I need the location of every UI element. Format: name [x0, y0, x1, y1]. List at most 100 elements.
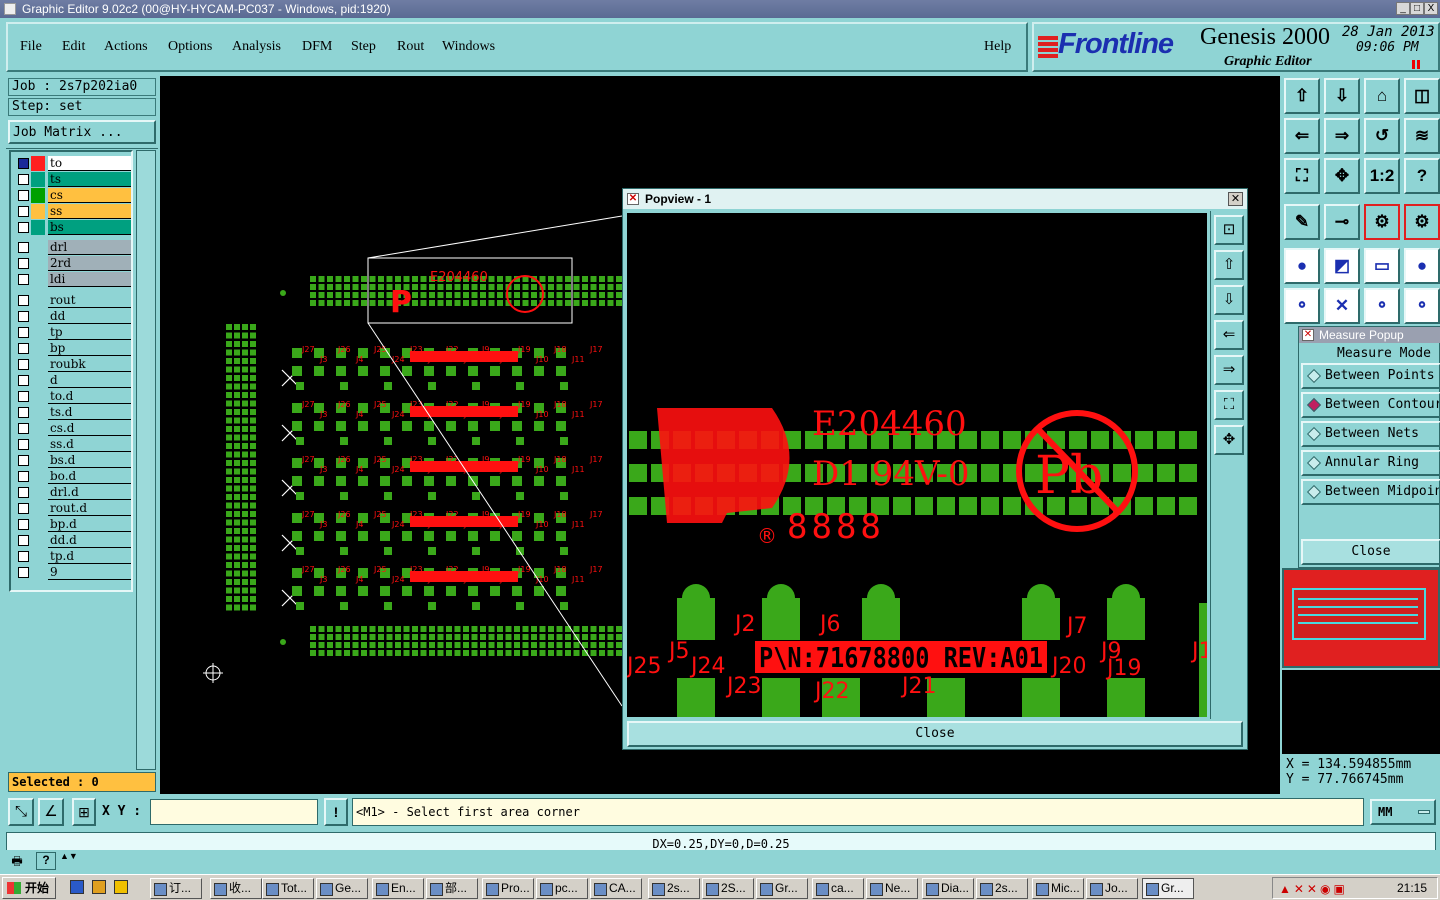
fit-icon[interactable]: ⛶: [1214, 390, 1244, 420]
layer-row-d[interactable]: d: [18, 373, 131, 388]
popview-close-icon[interactable]: ✕: [1228, 192, 1243, 206]
layer-checkbox[interactable]: [18, 311, 29, 322]
layer-color-swatch[interactable]: [31, 341, 45, 356]
highlight-icon[interactable]: ◩: [1324, 248, 1360, 284]
net-icon[interactable]: ⚬: [1284, 288, 1320, 324]
measure-option-between-points[interactable]: Between Points: [1301, 363, 1440, 389]
grid-icon[interactable]: ⊞: [72, 798, 96, 826]
center-icon[interactable]: ✥: [1324, 158, 1360, 194]
snap-icon[interactable]: ≋: [1404, 118, 1440, 154]
layer-color-swatch[interactable]: [31, 357, 45, 372]
zoomed-board-view[interactable]: ® E204460 D1 94V-0 8888 Pb P\N:71678800 REV:A…: [627, 213, 1207, 717]
layer-checkbox[interactable]: [18, 242, 29, 253]
layer-checkbox[interactable]: [18, 551, 29, 562]
layer-checkbox[interactable]: [18, 222, 29, 233]
layer-color-swatch[interactable]: [31, 256, 45, 271]
layer-color-swatch[interactable]: [31, 405, 45, 420]
layer-row-bo-d[interactable]: bo.d: [18, 469, 131, 484]
layer-row-rout[interactable]: rout: [18, 293, 131, 308]
layer-checkbox[interactable]: [18, 274, 29, 285]
ratio-icon[interactable]: 1:2: [1364, 158, 1400, 194]
edit-icon[interactable]: ✎: [1284, 204, 1320, 240]
layer-row-drl-d[interactable]: drl.d: [18, 485, 131, 500]
taskbar-item[interactable]: En...: [372, 878, 424, 899]
menu-actions[interactable]: Actions: [104, 39, 148, 55]
measure-option-between-midpoints[interactable]: Between Midpoints: [1301, 479, 1440, 505]
maximize-button[interactable]: □: [1410, 2, 1424, 15]
pause-icon[interactable]: [1412, 60, 1415, 69]
taskbar-item[interactable]: Jo...: [1086, 878, 1138, 899]
layer-checkbox[interactable]: [18, 423, 29, 434]
minimize-button[interactable]: _: [1396, 2, 1410, 15]
menu-file[interactable]: File: [20, 39, 42, 55]
layer-row-ts-d[interactable]: ts.d: [18, 405, 131, 420]
taskbar-item[interactable]: ca...: [812, 878, 864, 899]
quick-tool-icon[interactable]: [114, 880, 128, 894]
layer-row-tp[interactable]: tp: [18, 325, 131, 340]
taskbar-item[interactable]: Ne...: [866, 878, 918, 899]
layer-color-swatch[interactable]: [31, 421, 45, 436]
taskbar-item[interactable]: 收...: [210, 878, 262, 899]
layer-checkbox[interactable]: [18, 471, 29, 482]
job-matrix-button[interactable]: Job Matrix ...: [8, 120, 156, 144]
layer-toggle-icon[interactable]: ⚙: [1404, 204, 1440, 240]
layer-checkbox[interactable]: [18, 535, 29, 546]
taskbar-item[interactable]: Dia...: [922, 878, 974, 899]
measure-option-annular-ring[interactable]: Annular Ring: [1301, 450, 1440, 476]
menu-rout[interactable]: Rout: [397, 39, 424, 55]
layer-row-cs-d[interactable]: cs.d: [18, 421, 131, 436]
taskbar-item[interactable]: Mic...: [1032, 878, 1084, 899]
layer-row-tp-d[interactable]: tp.d: [18, 549, 131, 564]
taskbar-item[interactable]: Ge...: [316, 878, 368, 899]
layer-row-9[interactable]: 9: [18, 565, 131, 580]
layer-color-swatch[interactable]: [31, 309, 45, 324]
layer-color-swatch[interactable]: [31, 272, 45, 287]
help-icon[interactable]: ?: [36, 852, 56, 870]
layer-row-dd-d[interactable]: dd.d: [18, 533, 131, 548]
layer-color-swatch[interactable]: [31, 293, 45, 308]
menu-options[interactable]: Options: [168, 39, 212, 55]
menu-edit[interactable]: Edit: [62, 39, 85, 55]
connect-icon[interactable]: ⚬: [1364, 288, 1400, 324]
layer-row-ss[interactable]: ss: [18, 204, 131, 219]
start-button[interactable]: 开始: [2, 877, 56, 899]
updown-icon[interactable]: ▲▼: [60, 852, 78, 870]
layer-row-cs[interactable]: cs: [18, 188, 131, 203]
feature-icon[interactable]: ●: [1284, 248, 1320, 284]
close-window-button[interactable]: X: [1424, 2, 1438, 15]
layer-checkbox[interactable]: [18, 503, 29, 514]
layer-checkbox[interactable]: [18, 327, 29, 338]
taskbar-item[interactable]: pc...: [536, 878, 588, 899]
layer-row-ts[interactable]: ts: [18, 172, 131, 187]
ruler-icon[interactable]: ▭: [1364, 248, 1400, 284]
layer-scrollbar[interactable]: [136, 150, 156, 770]
pad-icon[interactable]: ●: [1404, 248, 1440, 284]
popview-canvas[interactable]: ® E204460 D1 94V-0 8888 Pb P\N:71678800 REV:A…: [627, 213, 1207, 717]
layer-row-ldi[interactable]: ldi: [18, 272, 131, 287]
layer-checkbox[interactable]: [18, 158, 29, 169]
layer-checkbox[interactable]: [18, 487, 29, 498]
measure-titlebar[interactable]: ✕ Measure Popup: [1299, 327, 1440, 343]
layer-checkbox[interactable]: [18, 391, 29, 402]
taskbar-item[interactable]: Pro...: [482, 878, 534, 899]
quick-ie-icon[interactable]: [70, 880, 84, 894]
page-down-icon[interactable]: ⇩: [1324, 78, 1360, 114]
pan-left-icon[interactable]: ⇐: [1284, 118, 1320, 154]
layer-row-bs-d[interactable]: bs.d: [18, 453, 131, 468]
layer-color-swatch[interactable]: [31, 373, 45, 388]
layer-color-swatch[interactable]: [31, 549, 45, 564]
layer-checkbox[interactable]: [18, 190, 29, 201]
route-icon[interactable]: ⊸: [1324, 204, 1360, 240]
layer-row-bp-d[interactable]: bp.d: [18, 517, 131, 532]
layer-checkbox[interactable]: [18, 359, 29, 370]
popview-titlebar[interactable]: ✕ Popview - 1 ✕: [623, 189, 1247, 209]
xy-input[interactable]: [150, 799, 318, 825]
layer-color-swatch[interactable]: [31, 172, 45, 187]
layer-checkbox[interactable]: [18, 343, 29, 354]
popview-close-button[interactable]: Close: [627, 721, 1243, 747]
menu-step[interactable]: Step: [351, 39, 376, 55]
layer-color-swatch[interactable]: [31, 469, 45, 484]
taskbar-item[interactable]: Gr...: [756, 878, 808, 899]
info-icon[interactable]: !: [324, 798, 348, 826]
layer-color-swatch[interactable]: [31, 501, 45, 516]
